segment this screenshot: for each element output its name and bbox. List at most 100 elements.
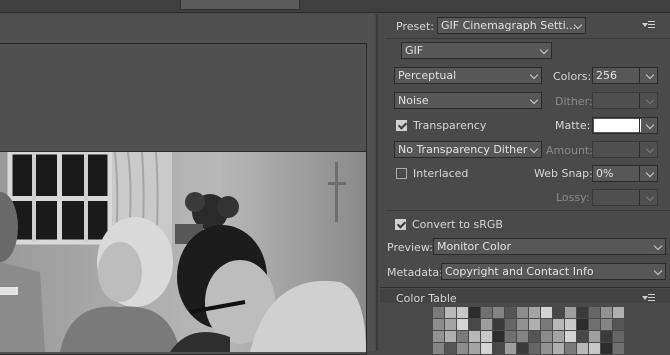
color-swatch[interactable]	[457, 307, 468, 318]
preview-dropdown[interactable]: Monitor Color	[433, 238, 666, 255]
color-swatch[interactable]	[565, 319, 576, 330]
color-swatch[interactable]	[541, 331, 552, 342]
interlaced-label: Interlaced	[413, 167, 469, 180]
color-swatch[interactable]	[505, 331, 516, 342]
color-swatch[interactable]	[505, 319, 516, 330]
color-swatch[interactable]	[589, 331, 600, 342]
color-swatch[interactable]	[613, 343, 624, 354]
preset-value: GIF Cinemagraph Setti...	[441, 19, 577, 32]
color-swatch[interactable]	[577, 319, 588, 330]
color-swatch[interactable]	[469, 331, 480, 342]
color-swatch[interactable]	[493, 343, 504, 354]
color-swatch[interactable]	[505, 343, 516, 354]
color-reduction-dropdown[interactable]: Perceptual	[394, 67, 542, 84]
color-swatch[interactable]	[445, 319, 456, 330]
preset-dropdown[interactable]: GIF Cinemagraph Setti...	[437, 17, 586, 34]
chevron-down-icon	[645, 168, 655, 178]
color-swatch[interactable]	[589, 343, 600, 354]
color-table-menu-icon[interactable]	[642, 293, 656, 303]
colors-value: 256	[596, 69, 617, 82]
dither-label: Dither:	[555, 95, 593, 108]
metadata-dropdown[interactable]: Copyright and Contact Info	[441, 263, 666, 280]
transparency-dither-dropdown[interactable]: No Transparency Dither	[394, 141, 542, 158]
chevron-down-icon	[645, 95, 655, 105]
color-swatch[interactable]	[517, 319, 528, 330]
color-swatch[interactable]	[481, 319, 492, 330]
color-swatch[interactable]	[433, 331, 444, 342]
color-swatch[interactable]	[517, 343, 528, 354]
color-swatch[interactable]	[541, 307, 552, 318]
color-swatch[interactable]	[517, 331, 528, 342]
color-swatch[interactable]	[433, 343, 444, 354]
toolbar-field[interactable]	[180, 0, 300, 10]
color-swatch[interactable]	[565, 343, 576, 354]
color-swatch[interactable]	[553, 319, 564, 330]
color-swatch[interactable]	[517, 307, 528, 318]
interlaced-checkbox[interactable]	[396, 168, 407, 179]
color-swatch[interactable]	[577, 307, 588, 318]
matte-combo[interactable]	[592, 117, 658, 134]
color-swatch[interactable]	[589, 319, 600, 330]
dither-combo[interactable]	[592, 92, 658, 109]
convert-srgb-checkbox[interactable]	[395, 219, 406, 230]
color-swatch[interactable]	[493, 319, 504, 330]
color-table-grid[interactable]	[433, 307, 624, 354]
color-swatch[interactable]	[481, 331, 492, 342]
color-swatch[interactable]	[505, 307, 516, 318]
color-swatch[interactable]	[445, 307, 456, 318]
color-swatch[interactable]	[445, 343, 456, 354]
format-value: GIF	[405, 44, 424, 57]
color-swatch[interactable]	[589, 307, 600, 318]
websnap-combo[interactable]: 0%	[592, 165, 658, 182]
color-swatch[interactable]	[541, 319, 552, 330]
amount-combo[interactable]	[592, 141, 658, 158]
color-swatch[interactable]	[469, 307, 480, 318]
panel-divider[interactable]	[376, 14, 378, 351]
color-swatch[interactable]	[529, 319, 540, 330]
color-swatch[interactable]	[457, 343, 468, 354]
color-swatch[interactable]	[601, 307, 612, 318]
color-swatch[interactable]	[601, 343, 612, 354]
color-swatch[interactable]	[553, 307, 564, 318]
transparency-dither-value: No Transparency Dither	[398, 143, 528, 156]
color-swatch[interactable]	[577, 343, 588, 354]
dither-algorithm-dropdown[interactable]: Noise	[394, 92, 542, 109]
amount-label: Amount:	[546, 144, 593, 157]
metadata-label: Metadata:	[387, 266, 443, 279]
color-swatch[interactable]	[601, 319, 612, 330]
color-swatch[interactable]	[481, 343, 492, 354]
color-swatch[interactable]	[529, 307, 540, 318]
panel-menu-icon[interactable]	[642, 20, 656, 30]
color-swatch[interactable]	[565, 307, 576, 318]
color-swatch[interactable]	[613, 319, 624, 330]
color-swatch[interactable]	[445, 331, 456, 342]
color-swatch[interactable]	[481, 307, 492, 318]
color-swatch[interactable]	[541, 343, 552, 354]
color-swatch[interactable]	[457, 331, 468, 342]
color-swatch[interactable]	[613, 307, 624, 318]
color-swatch[interactable]	[529, 331, 540, 342]
websnap-label: Web Snap:	[534, 167, 593, 180]
separator	[386, 210, 670, 211]
colors-combo[interactable]: 256	[592, 67, 658, 84]
color-reduction-value: Perceptual	[398, 69, 457, 82]
color-swatch[interactable]	[577, 331, 588, 342]
color-swatch[interactable]	[601, 331, 612, 342]
color-swatch[interactable]	[613, 331, 624, 342]
color-swatch[interactable]	[529, 343, 540, 354]
color-swatch[interactable]	[553, 343, 564, 354]
color-swatch[interactable]	[469, 319, 480, 330]
format-dropdown[interactable]: GIF	[401, 42, 552, 59]
color-swatch[interactable]	[493, 331, 504, 342]
chevron-down-icon	[645, 120, 655, 130]
color-swatch[interactable]	[457, 319, 468, 330]
color-swatch[interactable]	[553, 331, 564, 342]
color-swatch[interactable]	[469, 343, 480, 354]
color-swatch[interactable]	[565, 331, 576, 342]
color-swatch[interactable]	[433, 307, 444, 318]
transparency-checkbox[interactable]	[396, 120, 407, 131]
lossy-combo[interactable]	[592, 189, 658, 206]
chevron-down-icon	[645, 192, 655, 202]
color-swatch[interactable]	[493, 307, 504, 318]
color-swatch[interactable]	[433, 319, 444, 330]
